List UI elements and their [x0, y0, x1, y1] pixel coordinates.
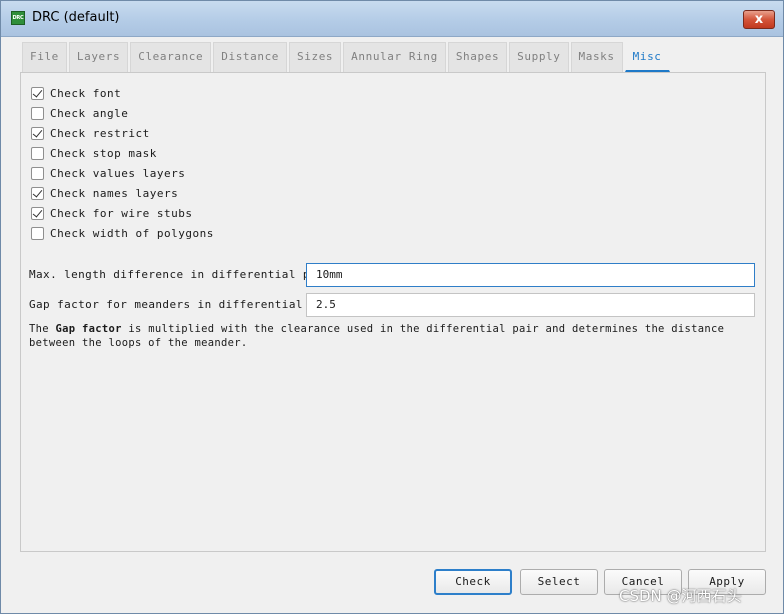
watermark: CSDN @河西石头 — [619, 587, 742, 605]
check-row-check-values-layers[interactable]: Check values layers — [31, 163, 214, 183]
check-options-list: Check font Check angle Check restrict Check… — [31, 83, 214, 243]
checkbox-label: Check stop mask — [50, 146, 157, 160]
check-row-check-angle[interactable]: Check angle — [31, 103, 214, 123]
drc-app-icon: DRC — [11, 11, 25, 25]
checkbox[interactable] — [31, 166, 44, 180]
checkbox[interactable] — [31, 106, 44, 120]
tab-masks[interactable]: Masks — [570, 42, 623, 72]
tab-annular-ring[interactable]: Annular Ring — [343, 42, 446, 72]
check-button[interactable]: Check — [434, 569, 512, 595]
max-length-row: Max. length difference in differential p… — [29, 263, 755, 287]
gap-factor-note: The Gap factor is multiplied with the cl… — [29, 322, 749, 350]
note-suffix: is multiplied with the clearance used in… — [29, 323, 725, 349]
checkbox-label: Check values layers — [50, 166, 186, 180]
tab-sizes[interactable]: Sizes — [289, 42, 342, 72]
note-prefix: The — [29, 323, 56, 335]
max-length-input[interactable]: 10mm — [306, 263, 755, 287]
check-row-check-for-wire-stubs[interactable]: Check for wire stubs — [31, 203, 214, 223]
checkbox[interactable] — [31, 226, 44, 240]
close-button[interactable]: x — [743, 10, 775, 29]
tab-layers[interactable]: Layers — [68, 42, 129, 72]
checkbox-label: Check angle — [50, 106, 129, 120]
note-bold: Gap factor — [55, 323, 122, 335]
tab-bar: File Layers Clearance Distance Sizes Annular … — [22, 42, 672, 72]
checkbox-label: Check width of polygons — [50, 226, 214, 240]
checkbox[interactable] — [31, 86, 44, 100]
checkbox[interactable] — [31, 126, 44, 140]
close-icon: x — [754, 12, 764, 27]
tab-shapes[interactable]: Shapes — [447, 42, 508, 72]
title-bar: DRC DRC (default) x — [1, 1, 783, 37]
tab-distance[interactable]: Distance — [213, 42, 288, 72]
misc-panel: Check font Check angle Check restrict Check… — [20, 72, 766, 552]
checkbox-label: Check names layers — [50, 186, 179, 200]
gap-factor-label: Gap factor for meanders in differential … — [29, 298, 346, 311]
gap-factor-row: Gap factor for meanders in differential … — [29, 293, 755, 317]
check-row-check-width-of-polygons[interactable]: Check width of polygons — [31, 223, 214, 243]
app-icon-text: DRC — [12, 15, 24, 21]
tab-misc[interactable]: Misc — [624, 42, 670, 72]
checkbox[interactable] — [31, 146, 44, 160]
check-row-check-names-layers[interactable]: Check names layers — [31, 183, 214, 203]
drc-dialog: DRC DRC (default) x File Layers Clearance D… — [0, 0, 784, 614]
checkbox-label: Check restrict — [50, 126, 150, 140]
checkbox[interactable] — [31, 186, 44, 200]
checkbox[interactable] — [31, 206, 44, 220]
gap-factor-input[interactable]: 2.5 — [306, 293, 755, 317]
checkbox-label: Check font — [50, 86, 122, 100]
check-row-check-stop-mask[interactable]: Check stop mask — [31, 143, 214, 163]
select-button[interactable]: Select — [520, 569, 598, 595]
max-length-label: Max. length difference in differential p… — [29, 268, 338, 281]
tab-clearance[interactable]: Clearance — [130, 42, 212, 72]
window-title: DRC (default) — [32, 10, 120, 25]
tab-supply[interactable]: Supply — [509, 42, 569, 72]
tab-file[interactable]: File — [22, 42, 67, 72]
checkbox-label: Check for wire stubs — [50, 206, 193, 220]
check-row-check-font[interactable]: Check font — [31, 83, 214, 103]
check-row-check-restrict[interactable]: Check restrict — [31, 123, 214, 143]
